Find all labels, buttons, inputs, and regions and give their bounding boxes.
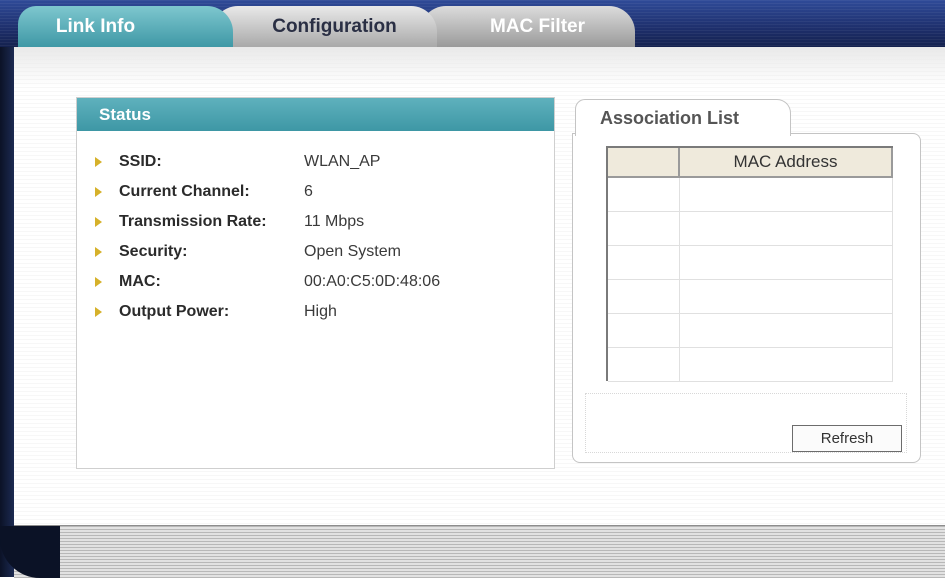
ssid-value: WLAN_AP [304, 153, 381, 170]
table-cell [608, 178, 680, 212]
output-power-value: High [304, 303, 337, 320]
table-cell [680, 348, 893, 382]
rate-value: 11 Mbps [304, 213, 365, 230]
table-cell [608, 348, 680, 382]
bullet-arrow-icon [95, 157, 102, 167]
bullet-arrow-icon [95, 307, 102, 317]
table-row [608, 246, 893, 280]
tab-configuration-label: Configuration [272, 15, 397, 37]
tab-mac-filter-label: MAC Filter [490, 15, 585, 37]
output-power-label: Output Power: [119, 303, 230, 320]
association-table: MAC Address [606, 146, 893, 382]
tab-configuration[interactable]: Configuration [212, 6, 437, 47]
table-cell [608, 280, 680, 314]
tab-link-info[interactable]: Link Info [18, 6, 233, 47]
column-header-index [608, 148, 680, 178]
bullet-arrow-icon [95, 247, 102, 257]
status-row-output-power: Output Power: High [77, 300, 547, 324]
top-navigation-bar: MAC Filter Configuration Link Info [0, 0, 945, 47]
status-row-mac: MAC: 00:A0:C5:0D:48:06 [77, 270, 547, 294]
table-row [608, 280, 893, 314]
association-list-tab-label: Association List [600, 107, 740, 128]
rate-label: Transmission Rate: [119, 213, 267, 230]
tab-link-info-label: Link Info [55, 15, 136, 37]
status-header: Status [77, 98, 554, 131]
table-header-row: MAC Address [608, 148, 893, 178]
table-cell [608, 246, 680, 280]
table-cell [680, 314, 893, 348]
status-row-security: Security: Open System [77, 240, 547, 264]
mac-value: 00:A0:C5:0D:48:06 [304, 273, 441, 290]
bullet-arrow-icon [95, 277, 102, 287]
table-row [608, 178, 893, 212]
status-panel: Status SSID: WLAN_AP Current Channel: 6 … [76, 97, 555, 469]
bullet-arrow-icon [95, 217, 102, 227]
table-row [608, 348, 893, 382]
channel-value: 6 [304, 183, 313, 200]
security-value: Open System [304, 243, 401, 260]
tab-mac-filter[interactable]: MAC Filter [420, 6, 635, 47]
bullet-arrow-icon [95, 187, 102, 197]
mac-label: MAC: [119, 273, 161, 290]
ssid-label: SSID: [119, 153, 162, 170]
table-cell [680, 178, 893, 212]
table-cell [608, 212, 680, 246]
table-cell [680, 280, 893, 314]
table-cell [608, 314, 680, 348]
table-row [608, 314, 893, 348]
column-header-mac-address: MAC Address [680, 148, 893, 178]
table-row [608, 212, 893, 246]
bottom-bar [0, 525, 945, 578]
table-cell [680, 212, 893, 246]
status-row-channel: Current Channel: 6 [77, 180, 547, 204]
refresh-button[interactable]: Refresh [792, 425, 902, 452]
window-frame-left [0, 0, 14, 577]
status-row-ssid: SSID: WLAN_AP [77, 150, 547, 174]
table-cell [680, 246, 893, 280]
security-label: Security: [119, 243, 188, 260]
channel-label: Current Channel: [119, 183, 250, 200]
status-row-rate: Transmission Rate: 11 Mbps [77, 210, 547, 234]
tab-association-list[interactable]: Association List [575, 99, 791, 136]
